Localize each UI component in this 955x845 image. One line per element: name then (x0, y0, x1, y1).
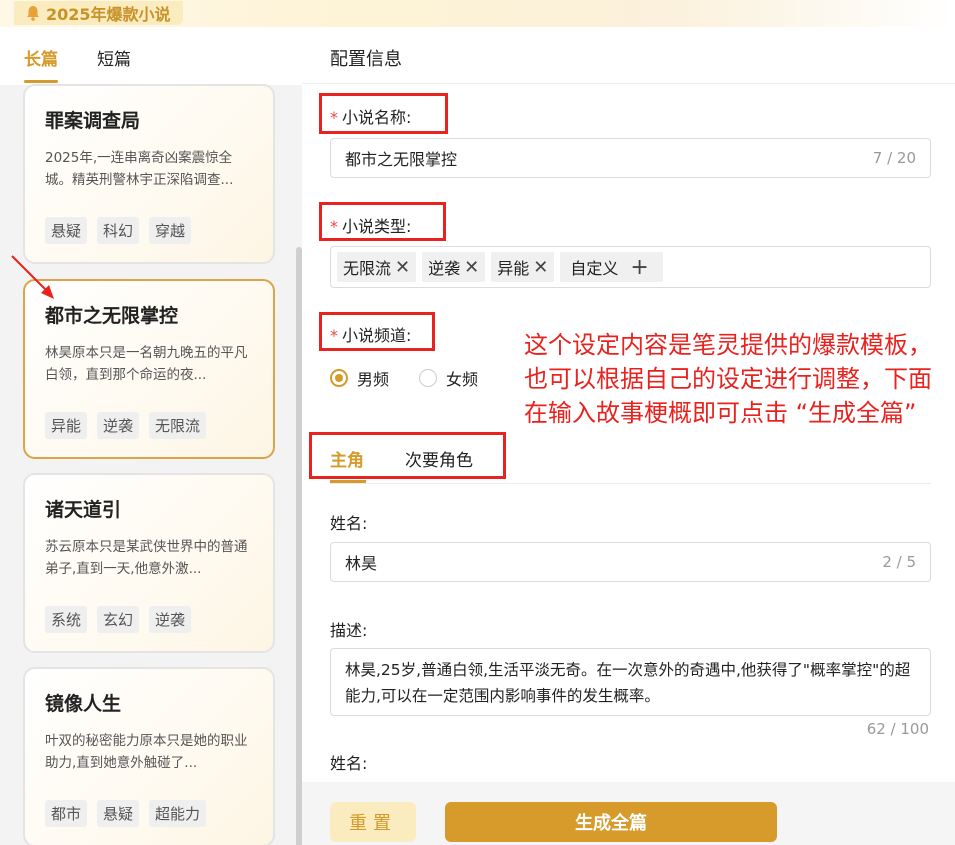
novel-card[interactable]: 罪案调查局 2025年,一连串离奇凶案震惊全城。精英刑警林宇正深陷调查... 悬… (23, 84, 275, 264)
card-tags: 都市 悬疑 超能力 (45, 800, 207, 827)
novel-name-count: 7 / 20 (872, 149, 916, 167)
tab-long[interactable]: 长篇 (24, 45, 58, 70)
card-tag: 悬疑 (97, 800, 140, 827)
card-title: 诸天道引 (45, 499, 122, 521)
protagonist-name-input[interactable]: 林昊 2 / 5 (330, 542, 931, 582)
card-tag: 科幻 (97, 217, 140, 244)
card-title: 都市之无限掌控 (45, 305, 179, 327)
config-title: 配置信息 (330, 49, 402, 70)
card-tags: 异能 逆袭 无限流 (45, 412, 207, 439)
radio-male[interactable]: 男频 (330, 366, 389, 390)
radio-dot (419, 369, 438, 387)
card-tags: 系统 玄幻 逆袭 (45, 606, 192, 633)
tab-protagonist[interactable]: 主角 (330, 446, 364, 471)
type-tag: 逆袭 ✕ (422, 252, 486, 282)
novel-card-selected[interactable]: 都市之无限掌控 林昊原本只是一名朝九晚五的平凡白领，直到那个命运的夜... 异能… (23, 279, 275, 459)
app-title-badge: 2025年爆款小说 (14, 1, 183, 25)
novel-card[interactable]: 镜像人生 叶双的秘密能力原本只是她的职业助力,直到她意外触碰了... 都市 悬疑… (23, 667, 275, 845)
novel-list-panel: 长篇 短篇 罪案调查局 2025年,一连串离奇凶案震惊全城。精英刑警林宇正深陷调… (0, 27, 302, 845)
annotation-arrow-icon (11, 255, 54, 299)
novel-name-value: 都市之无限掌控 (345, 150, 458, 169)
novel-type-tags-input[interactable]: 无限流 ✕ 逆袭 ✕ 异能 ✕ 自定义 + (330, 246, 931, 288)
divider (302, 83, 955, 84)
next-name-label: 姓名: (330, 754, 368, 773)
protagonist-desc-label: 描述: (330, 621, 368, 640)
close-icon[interactable]: ✕ (533, 257, 548, 278)
tab-underline (24, 80, 58, 83)
config-panel: 配置信息 * 小说名称: 都市之无限掌控 7 / 20 * 小说类型: 无限流 ✕ 逆… (302, 27, 955, 845)
footer-bar: 重置 生成全篇 (302, 782, 955, 845)
protagonist-name-value: 林昊 (345, 554, 378, 573)
card-desc: 叶双的秘密能力原本只是她的职业助力,直到她意外触碰了... (45, 733, 248, 771)
card-tag: 玄幻 (97, 606, 140, 633)
card-desc: 林昊原本只是一名朝九晚五的平凡白领，直到那个命运的夜... (45, 345, 248, 383)
top-bar: 2025年爆款小说 (0, 0, 955, 27)
bell-icon (26, 5, 40, 21)
tab-short[interactable]: 短篇 (97, 45, 131, 70)
novel-channel-label: * 小说频道: (330, 326, 412, 345)
card-title: 镜像人生 (45, 693, 122, 715)
card-tag: 异能 (45, 412, 88, 439)
app-title: 2025年爆款小说 (46, 5, 171, 24)
card-tag: 超能力 (149, 800, 207, 827)
generate-button[interactable]: 生成全篇 (445, 802, 777, 842)
card-tag: 无限流 (149, 412, 207, 439)
annotation-text: 这个设定内容是笔灵提供的爆款模板，也可以根据自己的设定进行调整，下面在输入故事梗… (524, 331, 932, 427)
close-icon[interactable]: ✕ (464, 257, 479, 278)
tab-secondary-roles[interactable]: 次要角色 (405, 446, 473, 471)
radio-female[interactable]: 女频 (419, 366, 478, 390)
card-title: 罪案调查局 (45, 110, 141, 132)
card-tag: 都市 (45, 800, 88, 827)
protagonist-name-count: 2 / 5 (882, 553, 916, 571)
divider (330, 483, 931, 484)
novel-type-label: * 小说类型: (330, 217, 412, 236)
reset-button[interactable]: 重置 (330, 802, 416, 842)
radio-dot (330, 369, 348, 387)
card-tag: 逆袭 (149, 606, 192, 633)
card-tag: 悬疑 (45, 217, 88, 244)
card-tag: 逆袭 (97, 412, 140, 439)
protagonist-desc-textarea[interactable]: 林昊,25岁,普通白领,生活平淡无奇。在一次意外的奇遇中,他获得了"概率掌控"的… (330, 648, 931, 716)
card-desc: 2025年,一连串离奇凶案震惊全城。精英刑警林宇正深陷调查... (45, 150, 234, 188)
type-tag: 异能 ✕ (491, 252, 555, 282)
protagonist-desc-count: 62 / 100 (866, 720, 929, 738)
custom-type-button[interactable]: 自定义 + (560, 252, 663, 282)
close-icon[interactable]: ✕ (395, 257, 410, 278)
card-tag: 系统 (45, 606, 88, 633)
card-desc: 苏云原本只是某武侠世界中的普通弟子,直到一天,他意外激... (45, 539, 248, 577)
novel-name-label: * 小说名称: (330, 108, 412, 127)
channel-radio-group: 男频 女频 (330, 366, 478, 390)
plus-icon: + (630, 254, 649, 280)
novel-name-input[interactable]: 都市之无限掌控 7 / 20 (330, 138, 931, 178)
type-tag: 无限流 ✕ (337, 252, 417, 282)
card-tag: 穿越 (149, 217, 192, 244)
protagonist-name-label: 姓名: (330, 514, 368, 533)
novel-card[interactable]: 诸天道引 苏云原本只是某武侠世界中的普通弟子,直到一天,他意外激... 系统 玄… (23, 473, 275, 653)
card-tags: 悬疑 科幻 穿越 (45, 217, 192, 244)
length-tabs: 长篇 短篇 (0, 27, 302, 85)
